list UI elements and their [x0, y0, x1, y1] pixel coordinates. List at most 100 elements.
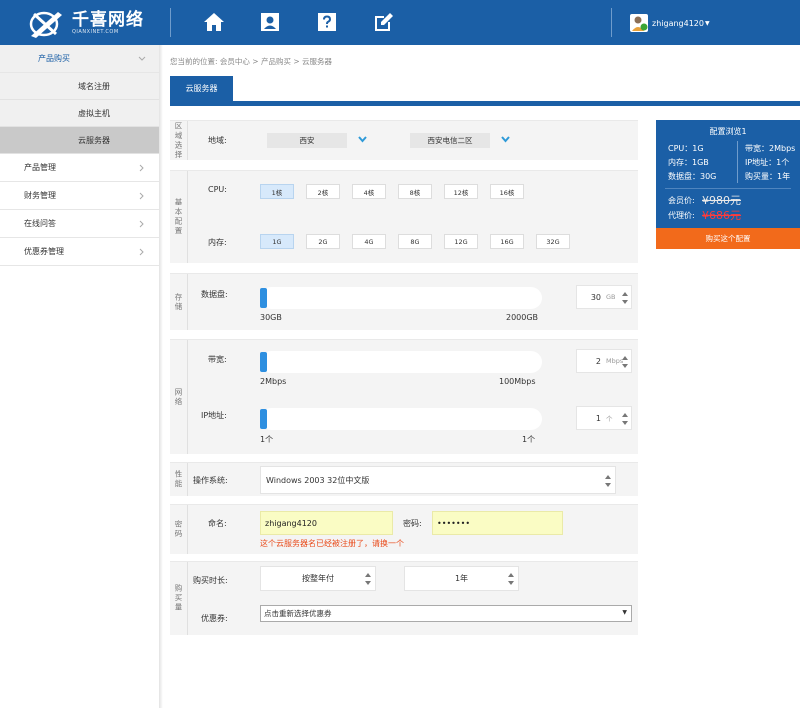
mem-option-32g[interactable]: 32G	[536, 234, 570, 249]
billing-mode-select[interactable]: 按整年付	[260, 566, 376, 591]
edit-icon[interactable]	[372, 11, 394, 33]
mem-option-8g[interactable]: 8G	[398, 234, 432, 249]
sidebar-item-product-buy[interactable]: 产品购买	[0, 45, 159, 73]
tab-bar: 云服务器	[170, 76, 800, 106]
sidebar-shadow	[159, 45, 163, 708]
chevron-right-icon	[137, 191, 147, 201]
server-name-input[interactable]: zhigang4120	[260, 511, 393, 535]
help-icon[interactable]	[316, 11, 338, 33]
region-city-select[interactable]: 西安	[267, 133, 347, 148]
ip-value: 1	[595, 413, 601, 423]
mem-option-16g[interactable]: 16G	[490, 234, 524, 249]
password-label: 密码:	[403, 519, 422, 528]
buy-config-button[interactable]: 购买这个配置	[656, 228, 800, 249]
password-input[interactable]: •••••••	[432, 511, 563, 535]
disk-slider[interactable]	[260, 287, 542, 309]
slider-handle[interactable]	[260, 288, 267, 308]
os-select[interactable]: Windows 2003 32位中文版	[260, 466, 616, 494]
bandwidth-unit: Mbps	[606, 357, 624, 365]
section-label: 网络	[170, 340, 188, 454]
avatar	[630, 14, 648, 32]
purchase-panel: 购买量 购买时长: 按整年付 1年 优惠券: 点击重新选择优惠券 ▼	[170, 561, 638, 635]
ip-min-label: 1个	[260, 435, 274, 444]
region-label: 地域:	[208, 136, 227, 145]
name-label: 命名:	[208, 519, 227, 528]
sidebar-item-product-manage[interactable]: 产品管理	[0, 154, 159, 182]
summary-divider	[665, 188, 791, 189]
logo-name: 千喜网络	[72, 10, 144, 30]
chevron-down-icon[interactable]	[501, 136, 510, 145]
sidebar-item-coupon[interactable]: 优惠券管理	[0, 238, 159, 266]
cpu-option-12[interactable]: 12核	[444, 184, 478, 199]
performance-panel: 性能 操作系统: Windows 2003 32位中文版	[170, 462, 638, 496]
cpu-option-4[interactable]: 4核	[352, 184, 386, 199]
duration-select[interactable]: 1年	[404, 566, 519, 591]
user-menu[interactable]: zhigang4120 ▼	[630, 12, 710, 34]
mem-option-12g[interactable]: 12G	[444, 234, 478, 249]
sidebar-item-finance[interactable]: 财务管理	[0, 182, 159, 210]
disk-label: 数据盘:	[201, 290, 228, 299]
chevron-right-icon	[137, 163, 147, 173]
mem-option-4g[interactable]: 4G	[352, 234, 386, 249]
chevron-down-icon: ▼	[704, 19, 710, 27]
duration-value: 1年	[454, 574, 469, 583]
ip-stepper[interactable]: 1 个	[576, 406, 632, 430]
logo-mark-icon	[28, 6, 68, 40]
error-message: 这个云服务器名已经被注册了，请换一个	[260, 539, 404, 548]
section-label: 区域选择	[170, 121, 188, 160]
memory-label: 内存:	[208, 238, 227, 247]
coupon-value: 点击重新选择优惠券	[264, 609, 332, 618]
bandwidth-slider[interactable]	[260, 351, 542, 373]
region-zone-select[interactable]: 西安电信二区	[410, 133, 490, 148]
spinner-icon[interactable]	[622, 291, 628, 305]
summary-mem: 内存：1GB	[668, 158, 709, 167]
cpu-option-2[interactable]: 2核	[306, 184, 340, 199]
sidebar-item-vhost[interactable]: 虚拟主机	[0, 100, 159, 127]
ip-max-label: 1个	[522, 435, 536, 444]
os-value: Windows 2003 32位中文版	[266, 475, 370, 485]
mem-option-1g[interactable]: 1G	[260, 234, 294, 249]
spinner-icon	[508, 572, 514, 588]
slider-handle[interactable]	[260, 352, 267, 372]
sidebar-item-domain[interactable]: 域名注册	[0, 73, 159, 100]
sidebar-item-qa[interactable]: 在线问答	[0, 210, 159, 238]
user-icon[interactable]	[259, 11, 281, 33]
bandwidth-stepper[interactable]: 2 Mbps	[576, 349, 632, 373]
coupon-select[interactable]: 点击重新选择优惠券 ▼	[260, 605, 632, 622]
ip-slider[interactable]	[260, 408, 542, 430]
sidebar-item-label: 财务管理	[24, 191, 56, 200]
sidebar-item-cloud-server[interactable]: 云服务器	[0, 127, 159, 154]
logo-domain: QIANXINET.COM	[72, 29, 119, 35]
slider-handle[interactable]	[260, 409, 267, 429]
spinner-icon[interactable]	[622, 412, 628, 426]
top-header: 千喜网络 QIANXINET.COM zhigang4120 ▼	[0, 0, 800, 45]
home-icon[interactable]	[203, 11, 225, 33]
tab-cloud-server[interactable]: 云服务器	[170, 76, 233, 101]
username: zhigang4120	[652, 18, 704, 28]
cpu-option-16[interactable]: 16核	[490, 184, 524, 199]
coupon-label: 优惠券:	[201, 614, 228, 623]
duration-label: 购买时长:	[193, 576, 228, 585]
sidebar-item-label: 优惠券管理	[24, 247, 64, 256]
disk-stepper[interactable]: 30 GB	[576, 285, 632, 309]
section-label: 性能	[170, 463, 188, 496]
cpu-option-8[interactable]: 8核	[398, 184, 432, 199]
cpu-option-1[interactable]: 1核	[260, 184, 294, 199]
header-divider	[611, 8, 612, 37]
mem-option-2g[interactable]: 2G	[306, 234, 340, 249]
billing-mode-value: 按整年付	[302, 574, 334, 583]
summary-bandwidth: 带宽：2Mbps	[745, 144, 796, 153]
section-label: 购买量	[170, 562, 188, 635]
chevron-right-icon	[137, 219, 147, 229]
member-price: ¥980元	[702, 194, 741, 207]
sidebar-item-label: 产品管理	[24, 163, 56, 172]
chevron-down-icon[interactable]	[358, 136, 367, 145]
region-panel: 区域选择 地域: 西安 西安电信二区	[170, 120, 638, 160]
network-panel: 网络 带宽: 2Mbps 100Mbps 2 Mbps IP地址: 1个 1个 …	[170, 339, 638, 454]
basic-config-panel: 基本配置 CPU: 1核 2核 4核 8核 12核 16核 内存: 1G 2G …	[170, 170, 638, 263]
spinner-icon[interactable]	[622, 355, 628, 369]
header-divider	[170, 8, 171, 37]
site-logo[interactable]: 千喜网络 QIANXINET.COM	[28, 6, 153, 40]
ip-label: IP地址:	[201, 411, 227, 420]
sidebar-item-label: 虚拟主机	[78, 108, 110, 118]
